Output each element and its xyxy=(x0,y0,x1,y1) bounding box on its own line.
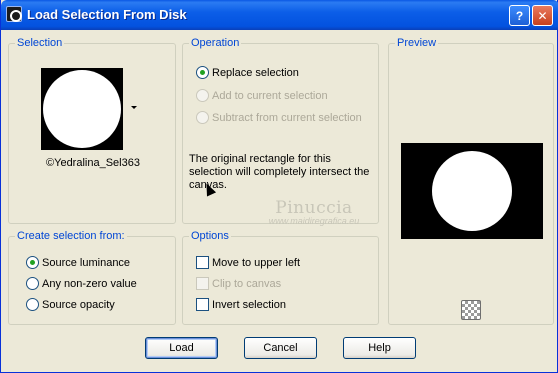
help-button[interactable]: Help xyxy=(343,337,416,359)
checkbox-indicator xyxy=(196,277,209,290)
title-bar[interactable]: Load Selection From Disk ? ✕ xyxy=(1,0,558,30)
clip-to-canvas-checkbox: Clip to canvas xyxy=(196,277,281,290)
app-icon xyxy=(6,6,22,22)
preview-group: Preview xyxy=(388,37,554,325)
operation-group: Operation Replace selection Add to curre… xyxy=(182,37,379,224)
checkbox-indicator[interactable] xyxy=(196,256,209,269)
checkbox-indicator[interactable] xyxy=(196,298,209,311)
chevron-down-icon[interactable] xyxy=(131,106,137,109)
radio-indicator[interactable] xyxy=(26,298,39,311)
options-group-label: Options xyxy=(189,230,231,242)
radio-indicator[interactable] xyxy=(26,256,39,269)
selection-group: Selection ©Yedralina_Sel363 xyxy=(8,37,176,224)
radio-indicator xyxy=(196,89,209,102)
subtract-from-selection-label: Subtract from current selection xyxy=(212,111,362,124)
operation-group-label: Operation xyxy=(189,37,242,49)
source-luminance-label: Source luminance xyxy=(42,256,131,269)
add-to-selection-label: Add to current selection xyxy=(212,89,328,102)
dialog-window: Load Selection From Disk ? ✕ Selection ©… xyxy=(0,0,558,373)
options-group: Options Move to upper left Clip to canva… xyxy=(182,230,379,325)
load-button[interactable]: Load xyxy=(145,337,218,359)
source-opacity-label: Source opacity xyxy=(42,298,115,311)
help-title-button[interactable]: ? xyxy=(509,5,530,26)
add-to-selection-radio: Add to current selection xyxy=(196,89,328,102)
clip-to-canvas-label: Clip to canvas xyxy=(212,277,282,290)
invert-selection-label: Invert selection xyxy=(212,298,286,311)
replace-selection-radio[interactable]: Replace selection xyxy=(196,66,299,79)
selection-group-label: Selection xyxy=(15,37,65,49)
radio-indicator[interactable] xyxy=(196,66,209,79)
invert-selection-checkbox[interactable]: Invert selection xyxy=(196,298,286,311)
selection-thumbnail[interactable] xyxy=(41,68,123,150)
close-button[interactable]: ✕ xyxy=(532,5,553,26)
any-non-zero-radio[interactable]: Any non-zero value xyxy=(26,277,137,290)
move-to-upper-left-checkbox[interactable]: Move to upper left xyxy=(196,256,300,269)
source-opacity-radio[interactable]: Source opacity xyxy=(26,298,115,311)
window-title: Load Selection From Disk xyxy=(27,7,187,22)
subtract-from-selection-radio: Subtract from current selection xyxy=(196,111,362,124)
operation-description: The original rectangle for this selectio… xyxy=(189,153,370,191)
move-to-upper-left-label: Move to upper left xyxy=(212,256,301,269)
radio-indicator[interactable] xyxy=(26,277,39,290)
create-selection-from-label: Create selection from: xyxy=(15,230,127,242)
preview-group-label: Preview xyxy=(395,37,439,49)
cancel-button[interactable]: Cancel xyxy=(244,337,317,359)
replace-selection-label: Replace selection xyxy=(212,66,299,79)
preview-canvas xyxy=(401,143,543,239)
source-luminance-radio[interactable]: Source luminance xyxy=(26,256,130,269)
selection-name: ©Yedralina_Sel363 xyxy=(46,157,140,169)
create-selection-from-group: Create selection from: Source luminance … xyxy=(8,230,176,325)
transparency-checker-icon[interactable] xyxy=(461,300,481,320)
radio-indicator xyxy=(196,111,209,124)
any-non-zero-label: Any non-zero value xyxy=(42,277,137,290)
thumbnail-circle xyxy=(43,70,121,148)
preview-circle xyxy=(432,151,512,231)
